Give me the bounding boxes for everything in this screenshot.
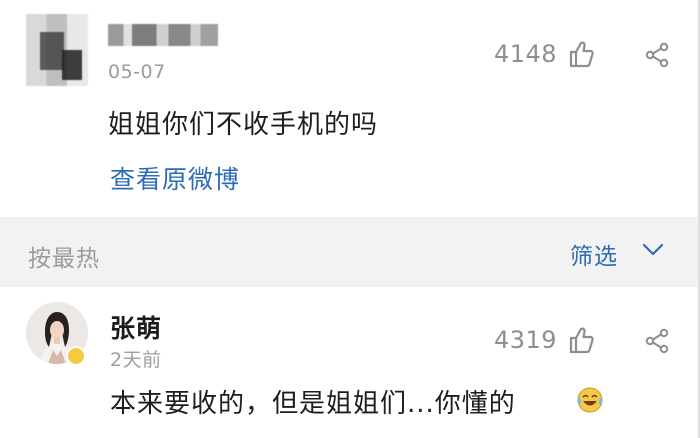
commenter-name[interactable]: 张萌 bbox=[110, 309, 162, 345]
comment-item: 张萌 2天前 4319 本来要收的，但是姐姐们...你懂的 bbox=[0, 287, 700, 438]
thumbs-up-icon[interactable] bbox=[568, 40, 594, 68]
post-avatar-blurred[interactable] bbox=[26, 14, 88, 86]
thumbs-up-icon[interactable] bbox=[568, 326, 594, 354]
sort-by-hot-label[interactable]: 按最热 bbox=[28, 239, 100, 273]
post-date: 05-07 bbox=[108, 61, 166, 83]
share-icon[interactable] bbox=[645, 42, 669, 68]
laughing-tears-emoji-icon bbox=[577, 387, 603, 413]
share-icon[interactable] bbox=[645, 328, 669, 354]
filter-button[interactable]: 筛选 bbox=[570, 237, 618, 271]
view-original-weibo-link[interactable]: 查看原微博 bbox=[110, 160, 240, 196]
post-text: 姐姐你们不收手机的吗 bbox=[108, 110, 379, 140]
comment-sort-bar: 按最热 筛选 bbox=[0, 217, 700, 287]
comment-time: 2天前 bbox=[110, 349, 162, 371]
chevron-down-icon[interactable] bbox=[642, 243, 664, 257]
comment-like-count: 4319 bbox=[494, 326, 558, 354]
post-like-count: 4148 bbox=[494, 40, 558, 68]
original-post: 05-07 4148 姐姐你们不收手机的吗 查看原微博 bbox=[0, 0, 700, 217]
verified-badge-icon bbox=[66, 346, 86, 366]
post-author-name-blurred[interactable] bbox=[108, 24, 218, 46]
comment-text: 本来要收的，但是姐姐们...你懂的 bbox=[110, 389, 516, 419]
